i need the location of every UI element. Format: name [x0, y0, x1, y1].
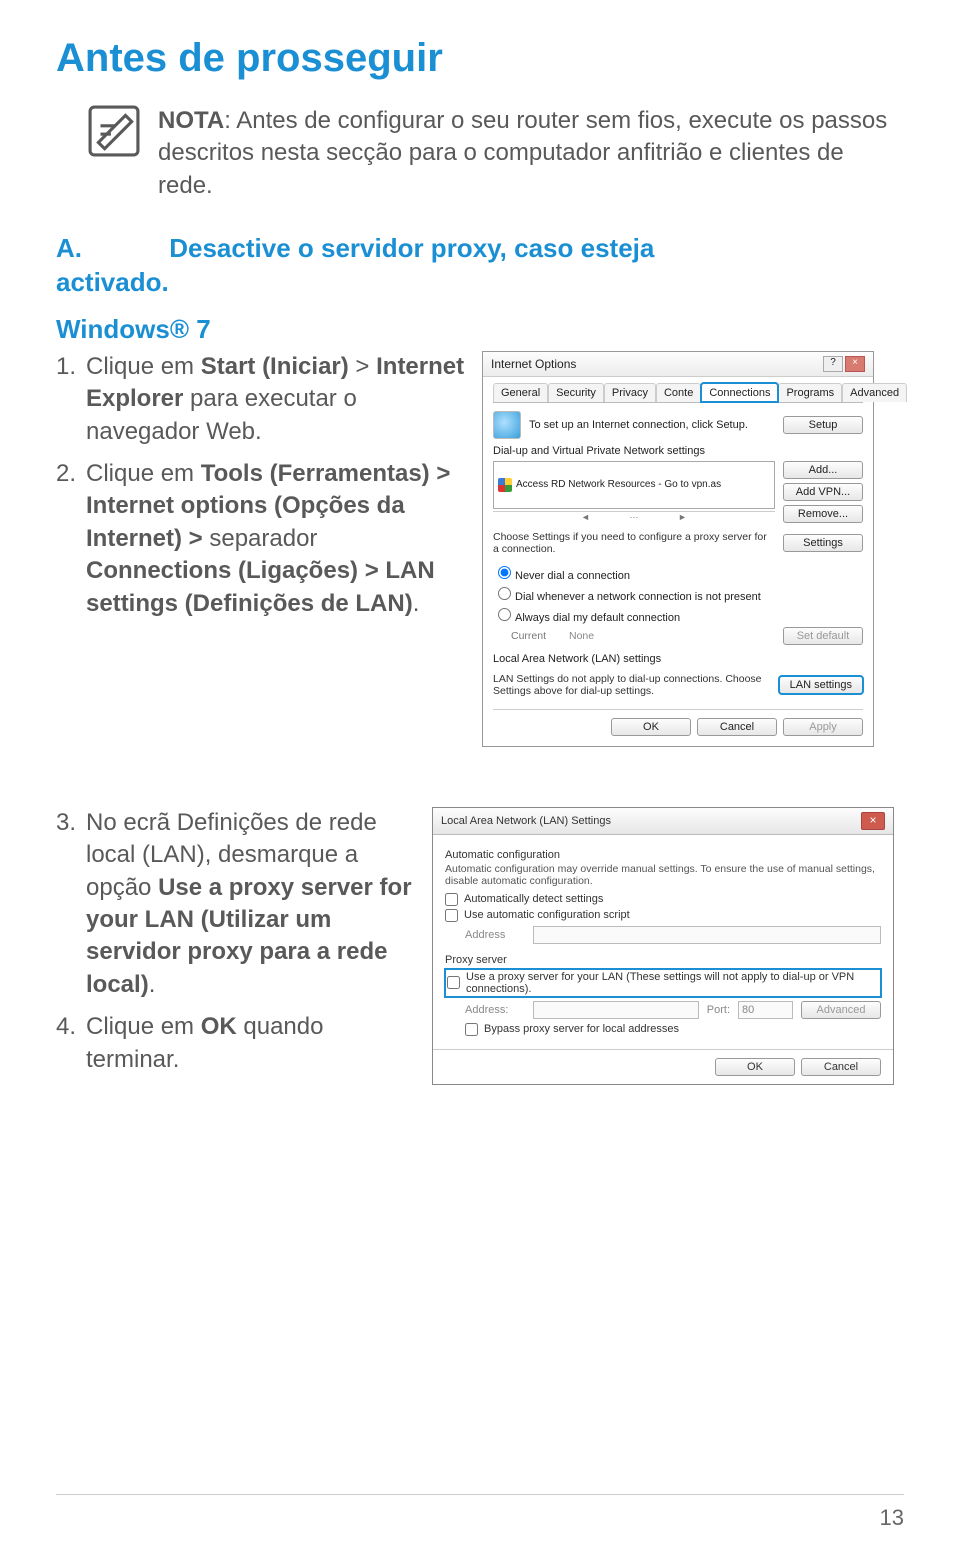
lan-note: LAN Settings do not apply to dial-up con…: [493, 673, 771, 697]
lan-settings-dialog: Local Area Network (LAN) Settings × Auto…: [432, 807, 894, 1085]
dialup-section-label: Dial-up and Virtual Private Network sett…: [493, 445, 863, 457]
step-number: 2.: [56, 458, 86, 620]
radio-always-label: Always dial my default connection: [515, 612, 680, 624]
tab-advanced[interactable]: Advanced: [842, 383, 907, 402]
step-body: No ecrã Definições de rede local (LAN), …: [86, 807, 416, 1001]
remove-button[interactable]: Remove...: [783, 505, 863, 523]
auto-config-sub: Automatic configuration may override man…: [445, 863, 881, 887]
proxy-note: Choose Settings if you need to configure…: [493, 531, 775, 555]
page-heading: Antes de prosseguir: [56, 36, 904, 81]
step-body: Clique em Start (Iniciar) > Internet Exp…: [86, 351, 466, 448]
footer-divider: [56, 1494, 904, 1495]
globe-icon: [493, 411, 521, 439]
setup-button[interactable]: Setup: [783, 416, 863, 434]
section-a-text1: Desactive o servidor proxy, caso esteja: [169, 233, 654, 263]
setup-text: To set up an Internet connection, click …: [529, 419, 775, 431]
proxy-server-label: Proxy server: [445, 954, 881, 966]
close-icon[interactable]: ×: [845, 356, 865, 372]
section-a-letter: A.: [56, 233, 82, 263]
tab-content[interactable]: Conte: [656, 383, 701, 402]
section-a-text2: activado.: [56, 267, 169, 297]
radio-whenever-label: Dial whenever a network connection is no…: [515, 591, 761, 603]
radio-never[interactable]: Never dial a connection: [493, 563, 863, 582]
vpn-item-text: Access RD Network Resources - Go to vpn.…: [516, 479, 721, 490]
vpn-listbox[interactable]: Access RD Network Resources - Go to vpn.…: [493, 461, 775, 509]
page-number: 13: [880, 1505, 904, 1531]
cancel-button[interactable]: Cancel: [697, 718, 777, 736]
step-item: 4.Clique em OK quando terminar.: [56, 1011, 416, 1076]
internet-options-dialog: Internet Options ? × General Security Pr…: [482, 351, 874, 747]
proxy-address-input[interactable]: [533, 1001, 699, 1019]
proxy-port-input[interactable]: 80: [738, 1001, 793, 1019]
note-block: NOTA: Antes de configurar o seu router s…: [56, 105, 904, 202]
add-button[interactable]: Add...: [783, 461, 863, 479]
address-label: Address: [465, 929, 525, 941]
step-body: Clique em OK quando terminar.: [86, 1011, 416, 1076]
tab-general[interactable]: General: [493, 383, 548, 402]
section-a: A. Desactive o servidor proxy, caso este…: [56, 232, 904, 300]
note-icon: [88, 105, 140, 162]
step-item: 3.No ecrã Definições de rede local (LAN)…: [56, 807, 416, 1001]
tab-privacy[interactable]: Privacy: [604, 383, 656, 402]
lan-cancel-button[interactable]: Cancel: [801, 1058, 881, 1076]
lan-close-icon[interactable]: ×: [861, 812, 885, 830]
checkbox-autoscript[interactable]: Use automatic configuration script: [445, 909, 881, 922]
apply-button: Apply: [783, 718, 863, 736]
list-scrollbar[interactable]: ◄ ··· ►: [493, 511, 775, 522]
lan-dialog-title: Local Area Network (LAN) Settings: [441, 815, 611, 827]
tab-connections[interactable]: Connections: [701, 383, 778, 402]
step-item: 1.Clique em Start (Iniciar) > Internet E…: [56, 351, 466, 448]
lan-settings-button[interactable]: LAN settings: [779, 676, 863, 694]
set-default-button: Set default: [783, 627, 863, 645]
subheading-windows7: Windows® 7: [56, 314, 904, 345]
checkbox-autodetect-label: Automatically detect settings: [464, 893, 603, 905]
checkbox-bypass-label: Bypass proxy server for local addresses: [484, 1023, 679, 1035]
dialog-title: Internet Options: [491, 357, 576, 371]
radio-always[interactable]: Always dial my default connection: [493, 605, 863, 624]
checkbox-autodetect[interactable]: Automatically detect settings: [445, 893, 881, 906]
ok-button[interactable]: OK: [611, 718, 691, 736]
checkbox-autoscript-label: Use automatic configuration script: [464, 909, 630, 921]
checkbox-bypass[interactable]: Bypass proxy server for local addresses: [465, 1023, 881, 1036]
proxy-address-label: Address:: [465, 1004, 525, 1016]
proxy-port-label: Port:: [707, 1004, 730, 1016]
auto-config-label: Automatic configuration: [445, 849, 881, 861]
current-label: Current: [511, 630, 561, 642]
note-label: NOTA: [158, 107, 224, 134]
help-icon[interactable]: ?: [823, 356, 843, 372]
step-body: Clique em Tools (Ferramentas) > Internet…: [86, 458, 466, 620]
checkbox-use-proxy[interactable]: Use a proxy server for your LAN (These s…: [445, 969, 881, 997]
add-vpn-button[interactable]: Add VPN...: [783, 483, 863, 501]
radio-whenever[interactable]: Dial whenever a network connection is no…: [493, 584, 863, 603]
radio-never-label: Never dial a connection: [515, 570, 630, 582]
current-value: None: [569, 630, 594, 642]
tabs: General Security Privacy Conte Connectio…: [493, 383, 863, 403]
lan-ok-button[interactable]: OK: [715, 1058, 795, 1076]
checkbox-use-proxy-label: Use a proxy server for your LAN (These s…: [466, 971, 879, 995]
step-item: 2.Clique em Tools (Ferramentas) > Intern…: [56, 458, 466, 620]
step-number: 4.: [56, 1011, 86, 1076]
note-body: : Antes de configurar o seu router sem f…: [158, 107, 887, 199]
tab-programs[interactable]: Programs: [778, 383, 842, 402]
settings-button[interactable]: Settings: [783, 534, 863, 552]
step-number: 3.: [56, 807, 86, 1001]
advanced-button: Advanced: [801, 1001, 881, 1019]
tab-security[interactable]: Security: [548, 383, 604, 402]
address-input[interactable]: [533, 926, 881, 944]
lan-section-label: Local Area Network (LAN) settings: [493, 653, 863, 665]
step-number: 1.: [56, 351, 86, 448]
note-text: NOTA: Antes de configurar o seu router s…: [158, 105, 904, 202]
shield-icon: [498, 478, 512, 492]
